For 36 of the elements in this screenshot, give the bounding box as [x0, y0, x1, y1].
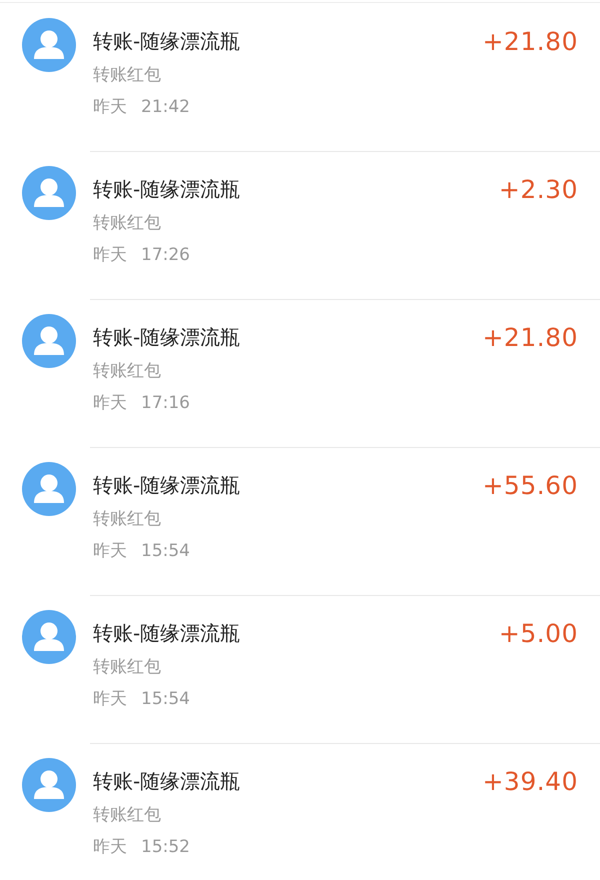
- transaction-time: 15:54: [141, 541, 190, 561]
- transaction-time: 15:54: [141, 689, 190, 709]
- transaction-date: 昨天: [93, 541, 127, 561]
- transaction-amount: +2.30: [498, 175, 578, 205]
- avatar-icon: [22, 166, 76, 220]
- transaction-amount: +5.00: [498, 619, 578, 649]
- transaction-time: 15:52: [141, 837, 190, 857]
- transaction-amount: +21.80: [482, 323, 578, 353]
- transaction-title: 转账-随缘漂流瓶: [93, 28, 242, 55]
- transaction-amount: +39.40: [482, 767, 578, 797]
- transaction-time: 17:16: [141, 393, 190, 413]
- transaction-date: 昨天: [93, 689, 127, 709]
- avatar-icon: [22, 610, 76, 664]
- transaction-date: 昨天: [93, 97, 127, 117]
- transaction-date: 昨天: [93, 393, 127, 413]
- avatar-icon: [22, 314, 76, 368]
- avatar-icon: [22, 462, 76, 516]
- transaction-time: 21:42: [141, 97, 190, 117]
- transaction-type: 转账红包: [93, 804, 162, 827]
- transaction-type: 转账红包: [93, 360, 162, 383]
- transaction-amount: +55.60: [482, 471, 578, 501]
- avatar-icon: [22, 758, 76, 812]
- transaction-type: 转账红包: [93, 656, 162, 679]
- transaction-title: 转账-随缘漂流瓶: [93, 768, 242, 795]
- transaction-date: 昨天: [93, 245, 127, 265]
- avatar-icon: [22, 18, 76, 72]
- transaction-type: 转账红包: [93, 212, 162, 235]
- transaction-title: 转账-随缘漂流瓶: [93, 472, 242, 499]
- transaction-type: 转账红包: [93, 64, 162, 87]
- transaction-date: 昨天: [93, 837, 127, 857]
- transaction-title: 转账-随缘漂流瓶: [93, 176, 242, 203]
- transaction-title: 转账-随缘漂流瓶: [93, 324, 242, 351]
- transaction-amount: +21.80: [482, 27, 578, 57]
- transaction-time: 17:26: [141, 245, 190, 265]
- transaction-type: 转账红包: [93, 508, 162, 531]
- transaction-title: 转账-随缘漂流瓶: [93, 620, 242, 647]
